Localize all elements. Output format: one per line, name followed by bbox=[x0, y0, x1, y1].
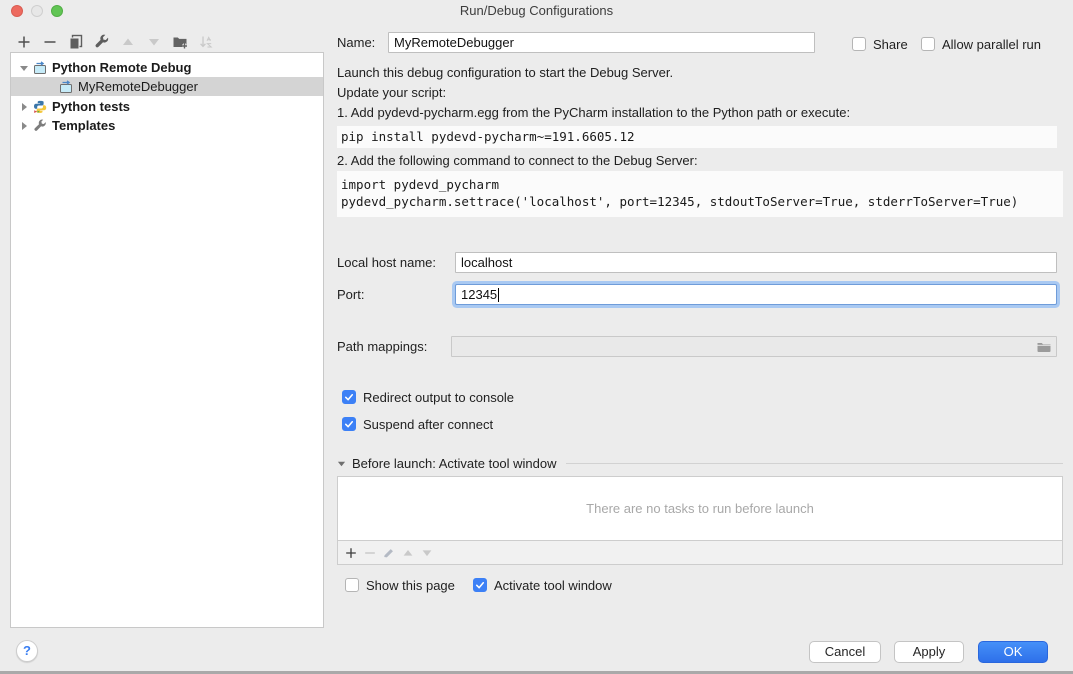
pip-command-line: pip install pydevd-pycharm~=191.6605.12 bbox=[341, 128, 1053, 145]
add-configuration-icon[interactable] bbox=[16, 34, 32, 50]
run-debug-configurations-dialog: Run/Debug Configurations bbox=[0, 0, 1073, 674]
before-launch-header[interactable]: Before launch: Activate tool window bbox=[337, 455, 1063, 471]
move-down-icon bbox=[146, 34, 162, 50]
tasks-toolbar bbox=[338, 540, 1062, 564]
path-mappings-label: Path mappings: bbox=[337, 336, 427, 357]
titlebar: Run/Debug Configurations bbox=[0, 0, 1073, 22]
ok-button[interactable]: OK bbox=[978, 641, 1048, 663]
tree-item-myremotedebugger[interactable]: MyRemoteDebugger bbox=[11, 77, 323, 96]
code-line-settrace: pydevd_pycharm.settrace('localhost', por… bbox=[341, 193, 1059, 210]
configurations-toolbar bbox=[16, 33, 214, 51]
create-folder-icon[interactable] bbox=[172, 34, 188, 50]
window-title: Run/Debug Configurations bbox=[0, 0, 1073, 22]
name-label: Name: bbox=[337, 32, 375, 53]
copy-configuration-icon[interactable] bbox=[68, 34, 84, 50]
before-launch-title: Before launch: Activate tool window bbox=[352, 456, 557, 471]
add-task-icon[interactable] bbox=[344, 546, 358, 560]
cancel-button[interactable]: Cancel bbox=[809, 641, 881, 663]
edit-templates-icon[interactable] bbox=[94, 34, 110, 50]
port-label: Port: bbox=[337, 284, 364, 305]
minimize-window-button bbox=[31, 5, 43, 17]
settrace-code-block: import pydevd_pycharm pydevd_pycharm.set… bbox=[337, 171, 1063, 217]
move-task-down-icon bbox=[420, 546, 434, 560]
tree-item-label: Python tests bbox=[52, 99, 130, 114]
show-this-page-checkbox-group[interactable]: Show this page bbox=[345, 577, 455, 593]
show-this-page-label: Show this page bbox=[366, 578, 455, 593]
name-input[interactable] bbox=[388, 32, 815, 53]
apply-button[interactable]: Apply bbox=[894, 641, 964, 663]
collapse-icon[interactable] bbox=[19, 63, 29, 73]
browse-folder-icon[interactable] bbox=[1036, 339, 1052, 355]
move-up-icon bbox=[120, 34, 136, 50]
activate-tool-window-label: Activate tool window bbox=[494, 578, 612, 593]
expand-icon[interactable] bbox=[19, 121, 29, 131]
sort-configurations-icon bbox=[198, 34, 214, 50]
allow-parallel-checkbox-group[interactable]: Allow parallel run bbox=[921, 36, 1041, 52]
local-host-label: Local host name: bbox=[337, 252, 436, 273]
tree-item-label: MyRemoteDebugger bbox=[78, 79, 198, 94]
tree-item-label: Templates bbox=[52, 118, 115, 133]
tree-item-python-remote-debug[interactable]: Python Remote Debug bbox=[11, 58, 323, 77]
port-input[interactable] bbox=[455, 284, 1057, 305]
share-checkbox[interactable] bbox=[852, 37, 866, 51]
activate-tool-window-checkbox-group[interactable]: Activate tool window bbox=[473, 577, 612, 593]
close-window-button[interactable] bbox=[11, 5, 23, 17]
text-caret bbox=[498, 288, 499, 302]
share-label: Share bbox=[873, 37, 908, 52]
tree-item-templates[interactable]: Templates bbox=[11, 116, 323, 135]
expand-icon[interactable] bbox=[19, 102, 29, 112]
help-button[interactable]: ? bbox=[16, 640, 38, 662]
section-divider bbox=[566, 463, 1063, 464]
remove-configuration-icon[interactable] bbox=[42, 34, 58, 50]
share-checkbox-group[interactable]: Share bbox=[852, 36, 908, 52]
configurations-tree: Python Remote Debug MyRemoteDebugger Pyt… bbox=[10, 52, 324, 628]
redirect-output-checkbox[interactable] bbox=[342, 390, 356, 404]
redirect-output-checkbox-group[interactable]: Redirect output to console bbox=[342, 389, 514, 405]
remote-debug-config-icon bbox=[59, 80, 73, 94]
remove-task-icon bbox=[363, 546, 377, 560]
path-mappings-input bbox=[451, 336, 1057, 357]
suspend-checkbox-group[interactable]: Suspend after connect bbox=[342, 416, 493, 432]
remote-debug-config-icon bbox=[33, 61, 47, 75]
step2-text: 2. Add the following command to connect … bbox=[337, 153, 698, 169]
redirect-output-label: Redirect output to console bbox=[363, 390, 514, 405]
collapse-icon[interactable] bbox=[337, 459, 347, 468]
tree-item-label: Python Remote Debug bbox=[52, 60, 191, 75]
tree-item-python-tests[interactable]: Python tests bbox=[11, 97, 323, 116]
move-task-up-icon bbox=[401, 546, 415, 560]
code-line-import: import pydevd_pycharm bbox=[341, 176, 1059, 193]
before-launch-tasks-panel: There are no tasks to run before launch bbox=[337, 476, 1063, 565]
local-host-input[interactable] bbox=[455, 252, 1057, 273]
allow-parallel-run-label: Allow parallel run bbox=[942, 37, 1041, 52]
update-script-text: Update your script: bbox=[337, 85, 446, 101]
intro-text: Launch this debug configuration to start… bbox=[337, 65, 673, 81]
step1-text: 1. Add pydevd-pycharm.egg from the PyCha… bbox=[337, 105, 850, 121]
python-tests-icon bbox=[33, 100, 47, 114]
activate-tool-window-checkbox[interactable] bbox=[473, 578, 487, 592]
templates-wrench-icon bbox=[33, 119, 47, 133]
allow-parallel-run-checkbox[interactable] bbox=[921, 37, 935, 51]
pip-command-code: pip install pydevd-pycharm~=191.6605.12 bbox=[337, 126, 1057, 148]
no-tasks-message: There are no tasks to run before launch bbox=[338, 477, 1062, 540]
show-this-page-checkbox[interactable] bbox=[345, 578, 359, 592]
suspend-after-connect-checkbox[interactable] bbox=[342, 417, 356, 431]
zoom-window-button[interactable] bbox=[51, 5, 63, 17]
suspend-after-connect-label: Suspend after connect bbox=[363, 417, 493, 432]
edit-task-icon bbox=[382, 546, 396, 560]
